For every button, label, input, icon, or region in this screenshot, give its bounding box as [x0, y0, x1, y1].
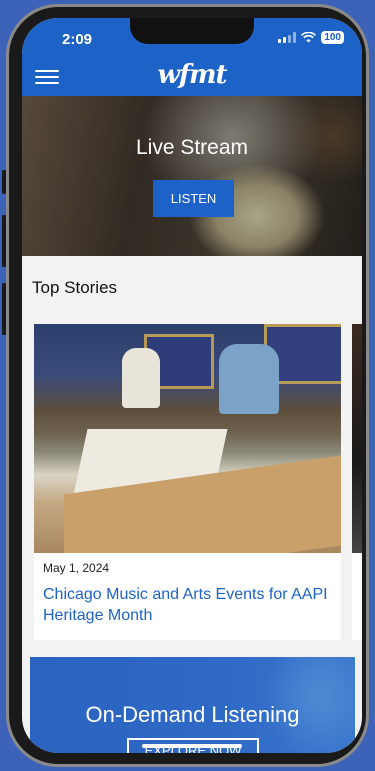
live-stream-title: Live Stream [135, 136, 249, 159]
live-stream-hero: Live Stream LISTEN [22, 96, 362, 256]
battery-indicator: 100 [321, 31, 344, 44]
story-date: May 1, 2024 [43, 561, 110, 575]
device-notch [130, 18, 254, 44]
home-indicator [142, 744, 242, 748]
on-demand-title: On-Demand Listening [85, 702, 300, 727]
on-demand-banner: On-Demand Listening EXPLORE NOW [30, 657, 355, 753]
story-image[interactable] [34, 324, 341, 553]
app-screen: 2:09 100 wfmt Live Stream LISTEN Top Sto… [22, 18, 362, 753]
status-icons: 100 [278, 31, 344, 44]
wfmt-logo[interactable]: wfmt [22, 60, 362, 90]
top-stories-heading: Top Stories [32, 278, 118, 297]
next-story-card-peek[interactable] [352, 324, 362, 640]
story-headline-link[interactable]: Chicago Music and Arts Events for AAPI H… [43, 584, 332, 626]
story-card[interactable]: May 1, 2024 Chicago Music and Arts Event… [34, 324, 341, 640]
wifi-icon [301, 32, 317, 43]
signal-icon [278, 32, 297, 43]
listen-button[interactable]: LISTEN [153, 180, 234, 217]
status-time: 2:09 [62, 31, 93, 48]
